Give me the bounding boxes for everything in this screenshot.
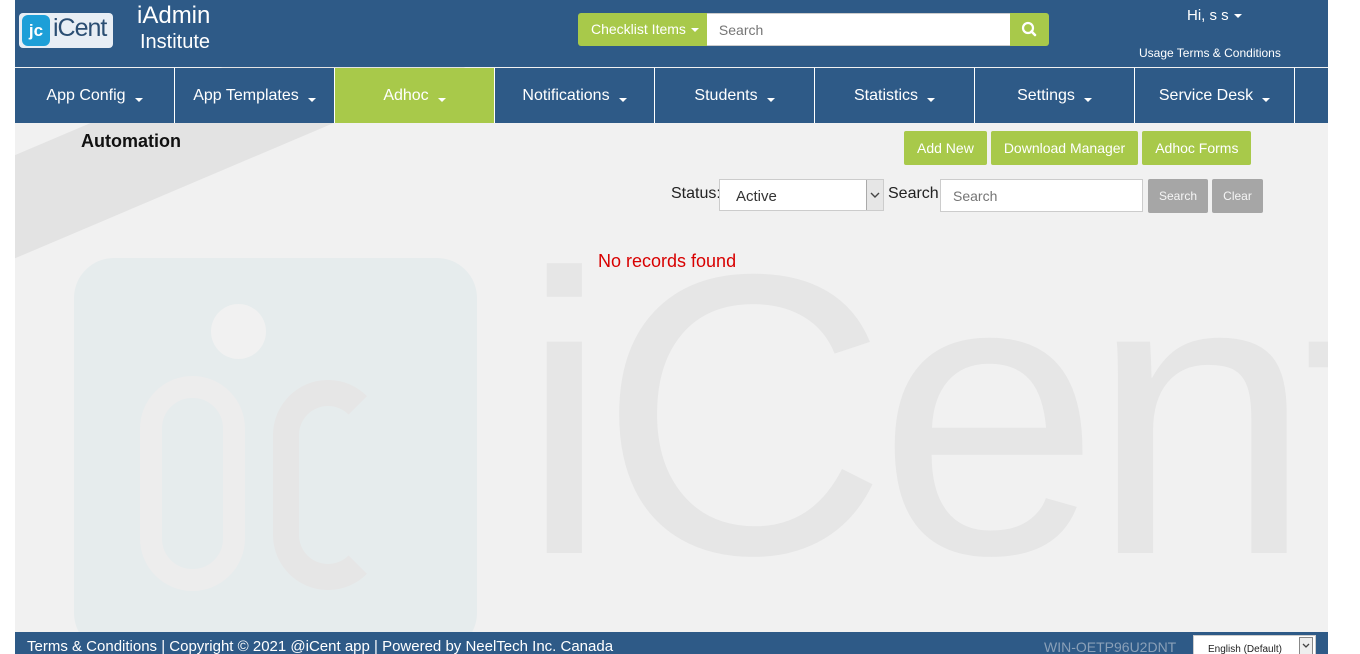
chevron-down-icon — [1262, 97, 1271, 102]
nav-item-label: Students — [694, 86, 758, 104]
chevron-down-icon — [766, 97, 775, 102]
nav-item-label: Statistics — [853, 86, 918, 104]
nav-item-label: Notifications — [522, 86, 610, 104]
nav-item-label: Service Desk — [1158, 86, 1254, 104]
nav-item-notifications[interactable]: Notifications — [495, 68, 655, 123]
app-frame: iCent jc iCent iAdmin Institute Checklis… — [15, 0, 1328, 654]
chevron-down-icon — [1233, 14, 1242, 19]
clear-button[interactable]: Clear — [1212, 179, 1263, 213]
logo-mark: jc — [22, 15, 50, 46]
language-select[interactable]: English (Default) — [1193, 635, 1316, 654]
status-selected-value: Active — [736, 188, 777, 205]
nav-item-label: Settings — [1017, 86, 1075, 104]
usage-terms-link[interactable]: Usage Terms & Conditions — [1139, 46, 1281, 60]
global-search: Checklist Items — [578, 13, 1049, 46]
status-label: Status: — [671, 185, 721, 202]
action-buttons: Add New Download Manager Adhoc Forms — [904, 131, 1252, 165]
search-label: Search: — [888, 185, 944, 202]
top-header: jc iCent iAdmin Institute Checklist Item… — [15, 0, 1328, 67]
chevron-down-icon — [690, 28, 699, 33]
nav-item-settings[interactable]: Settings — [975, 68, 1135, 123]
watermark-logo-c — [273, 380, 383, 590]
nav-item-service-desk[interactable]: Service Desk — [1135, 68, 1295, 123]
nav-item-label: Adhoc — [383, 86, 429, 104]
filter-search-button[interactable]: Search — [1148, 179, 1208, 213]
chevron-down-icon — [927, 97, 935, 102]
global-search-input[interactable] — [706, 13, 1010, 46]
nav-item-students[interactable]: Students — [655, 68, 815, 123]
user-greeting: Hi, s s — [1187, 7, 1229, 24]
logo-text: iCent — [53, 14, 107, 42]
checklist-items-dropdown[interactable]: Checklist Items — [578, 13, 707, 46]
nav-item-adhoc[interactable]: Adhoc — [335, 68, 495, 123]
page-title: Automation — [81, 131, 181, 151]
chevron-down-icon — [134, 97, 143, 102]
watermark-logo-j — [140, 376, 245, 591]
chevron-down-icon — [437, 97, 446, 102]
server-name: WIN-OETP96U2DNT — [1044, 639, 1177, 654]
chevron-down-icon — [866, 180, 883, 210]
watermark-word: iCent — [520, 191, 1328, 638]
app-subtitle: Institute — [140, 31, 211, 53]
footer-text: Terms & Conditions | Copyright © 2021 @i… — [27, 638, 614, 654]
main-nav: App Config App Templates Adhoc Notificat… — [15, 68, 1328, 123]
watermark-logo-dot — [211, 304, 266, 359]
chevron-down-icon — [618, 97, 627, 102]
nav-item-statistics[interactable]: Statistics — [815, 68, 975, 123]
status-select[interactable]: Active — [719, 179, 884, 211]
checklist-items-label: Checklist Items — [591, 21, 686, 37]
user-menu[interactable]: Hi, s s — [1187, 7, 1242, 24]
add-new-button[interactable]: Add New — [904, 131, 987, 165]
app-title: iAdmin — [137, 2, 211, 29]
empty-state-message: No records found — [598, 251, 737, 271]
chevron-down-icon — [1299, 637, 1313, 654]
adhoc-forms-button[interactable]: Adhoc Forms — [1142, 131, 1252, 165]
download-manager-button[interactable]: Download Manager — [990, 131, 1139, 165]
nav-item-label: App Config — [46, 86, 126, 104]
logo[interactable]: jc iCent — [19, 13, 113, 48]
nav-item-app-templates[interactable]: App Templates — [175, 68, 335, 123]
language-selected-value: English (Default) — [1208, 644, 1282, 654]
nav-item-label: App Templates — [193, 86, 299, 104]
nav-item-app-config[interactable]: App Config — [15, 68, 175, 123]
filter-search-input[interactable] — [940, 179, 1143, 212]
global-search-button[interactable] — [1009, 13, 1049, 46]
search-icon — [1021, 21, 1037, 37]
chevron-down-icon — [307, 97, 316, 102]
footer: Terms & Conditions | Copyright © 2021 @i… — [15, 632, 1328, 654]
chevron-down-icon — [1083, 97, 1092, 102]
